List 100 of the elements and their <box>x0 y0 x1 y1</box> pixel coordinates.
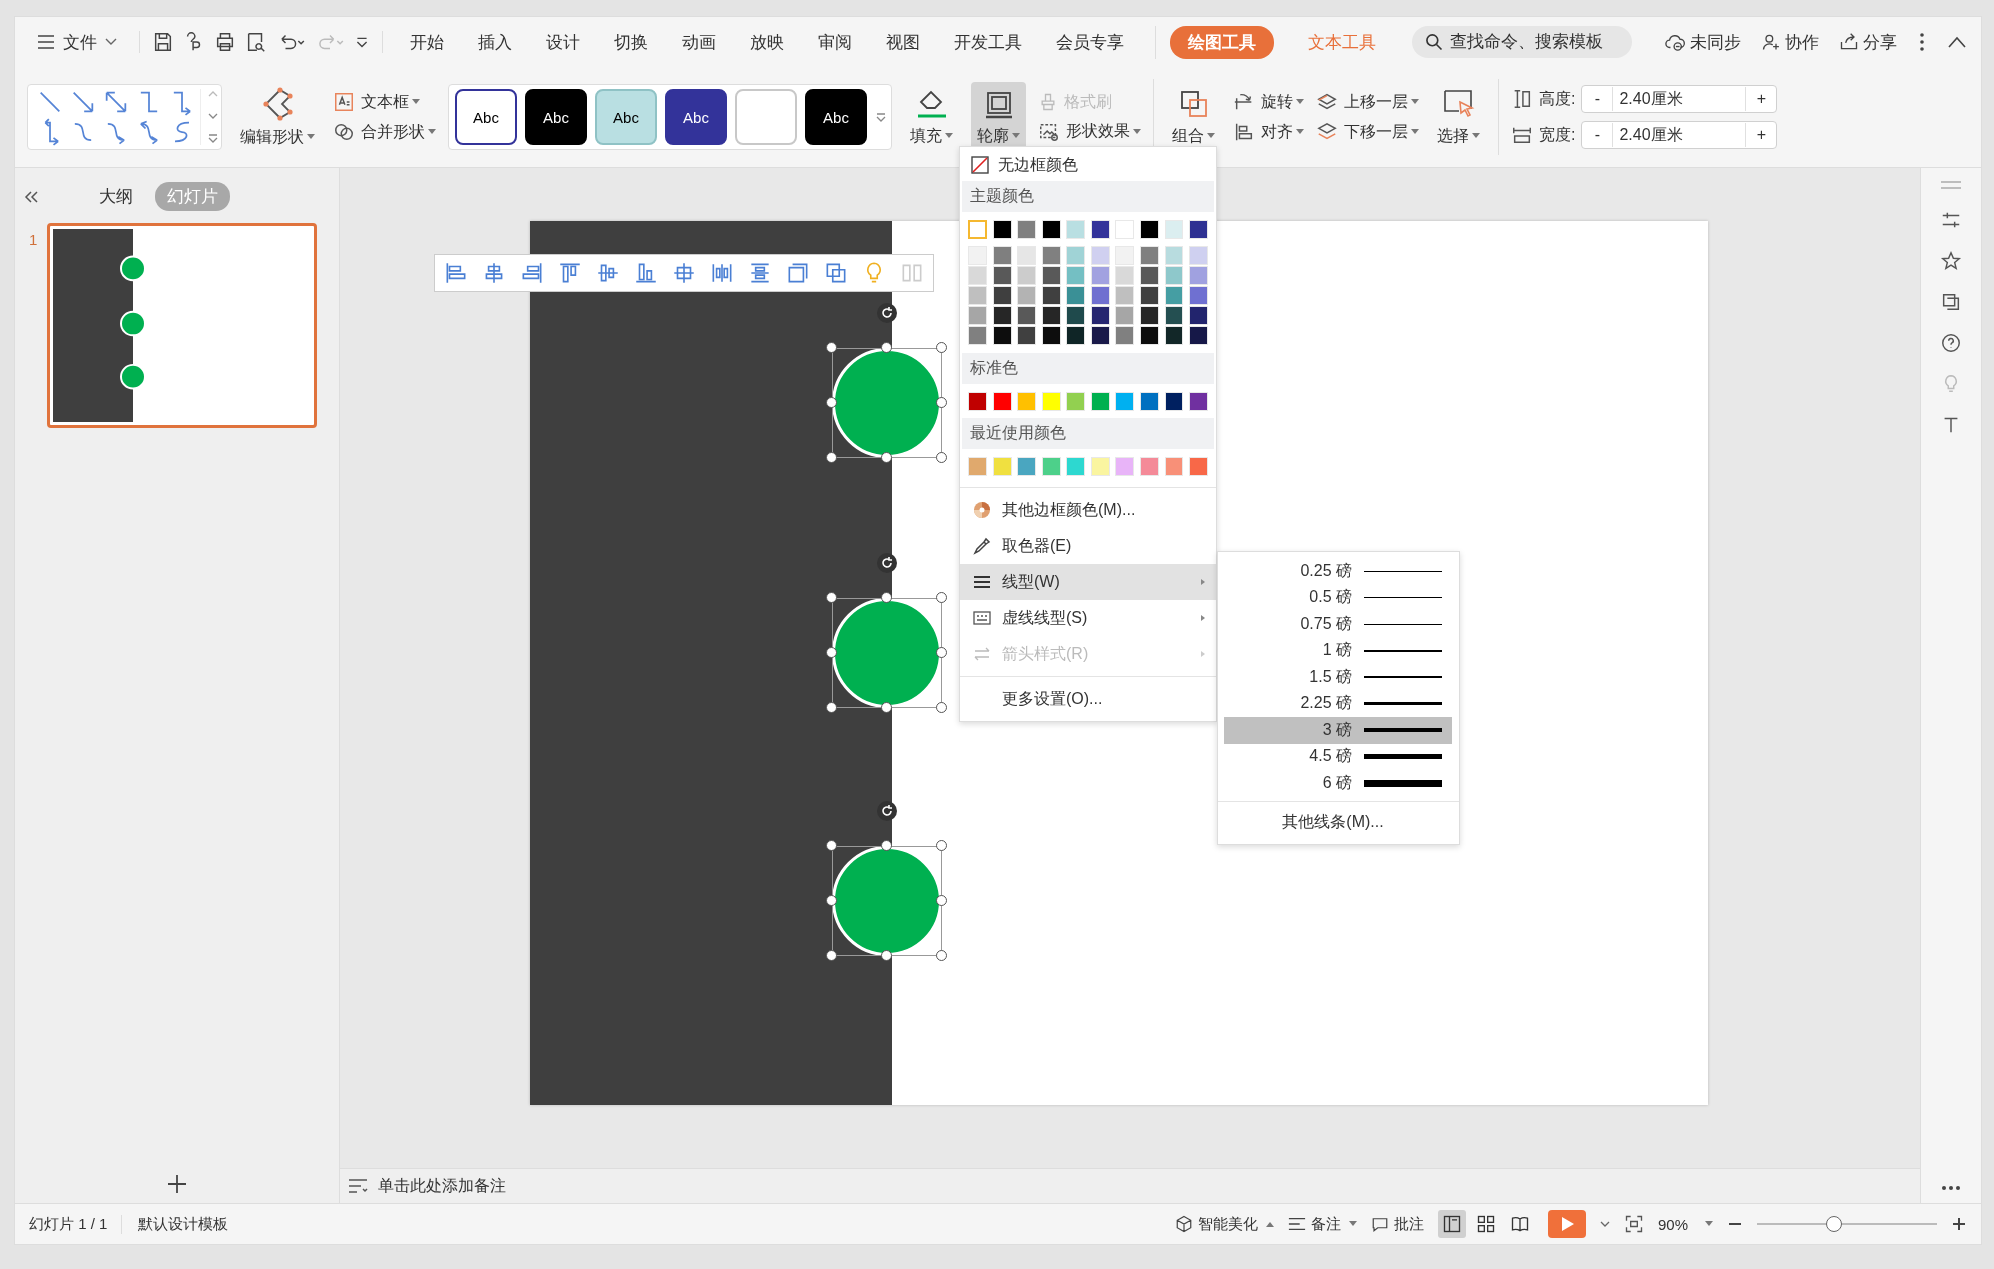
comments-button[interactable]: 批注 <box>1370 1214 1424 1234</box>
view-button[interactable] <box>1437 1210 1466 1238</box>
menu-tab[interactable]: 视图 <box>869 24 937 60</box>
menu-item[interactable]: 其他线条(M)... <box>1224 805 1452 840</box>
menu-tab[interactable]: 插入 <box>461 24 529 60</box>
resize-handle[interactable] <box>826 895 837 906</box>
resize-handle[interactable] <box>881 950 892 961</box>
rotate-handle[interactable] <box>877 801 897 821</box>
rotate-handle[interactable] <box>877 553 897 573</box>
toolbar-action[interactable]: 未同步 <box>1664 30 1741 54</box>
select-button[interactable]: 选择 <box>1431 81 1486 153</box>
shape-style[interactable]: Abc <box>525 89 587 145</box>
menu-tab[interactable]: 动画 <box>665 24 733 60</box>
expand-icon[interactable] <box>207 133 219 145</box>
shape-style[interactable]: Abc <box>665 89 727 145</box>
resize-handle[interactable] <box>936 950 947 961</box>
resize-handle[interactable] <box>936 452 947 463</box>
notes-field[interactable]: 单击此处添加备注 <box>376 1176 780 1196</box>
resize-handle[interactable] <box>936 702 947 713</box>
help-icon[interactable] <box>1940 332 1962 354</box>
line-weight-option[interactable]: 0.75 磅 <box>1224 611 1452 638</box>
line-weight-option[interactable]: 4.5 磅 <box>1224 743 1452 770</box>
menu-item[interactable]: 其他边框颜色(M)... <box>960 492 1216 528</box>
toolbar-action[interactable]: 协作 <box>1761 30 1819 54</box>
resize-handle[interactable] <box>881 452 892 463</box>
resize-handle[interactable] <box>826 702 837 713</box>
beautify-button[interactable]: 智能美化 <box>1174 1214 1274 1234</box>
bring-forward-button[interactable]: 上移一层 <box>1316 91 1419 113</box>
shape-style[interactable]: Abc <box>455 89 517 145</box>
resize-handle[interactable] <box>936 342 947 353</box>
resize-handle[interactable] <box>936 895 947 906</box>
menu-tab[interactable]: 放映 <box>733 24 801 60</box>
print-icon[interactable] <box>214 31 236 53</box>
resize-handle[interactable] <box>881 342 892 353</box>
copy-icon[interactable] <box>1940 291 1962 313</box>
menu-item[interactable]: 虚线线型(S) <box>960 600 1216 636</box>
resize-handle[interactable] <box>936 840 947 851</box>
resize-handle[interactable] <box>826 840 837 851</box>
collapse-ribbon-icon[interactable] <box>1947 35 1967 49</box>
more-icon[interactable] <box>1941 1185 1961 1191</box>
align-button[interactable]: 对齐 <box>1233 121 1304 143</box>
search-field[interactable]: 查找命令、搜索模板 <box>1412 26 1632 58</box>
fit-window-icon[interactable] <box>1623 1214 1644 1234</box>
line-weight-option[interactable]: 0.25 磅 <box>1224 558 1452 585</box>
play-button[interactable] <box>1547 1210 1586 1238</box>
send-backward-button[interactable]: 下移一层 <box>1316 121 1419 143</box>
menu-tab[interactable]: 设计 <box>529 24 597 60</box>
zoom-in-icon[interactable] <box>1951 1216 1967 1232</box>
decrement-button[interactable]: - <box>1582 126 1613 144</box>
increment-button[interactable]: + <box>1746 90 1777 108</box>
caret-icon[interactable] <box>1599 1220 1610 1228</box>
menu-tab[interactable]: 开发工具 <box>937 24 1039 60</box>
center-icon[interactable] <box>671 260 697 286</box>
resize-handle[interactable] <box>826 647 837 658</box>
menu-tab[interactable]: 切换 <box>597 24 665 60</box>
menu-tab[interactable]: 会员专享 <box>1039 24 1141 60</box>
add-slide-icon[interactable] <box>166 1173 188 1195</box>
resize-handle[interactable] <box>936 647 947 658</box>
file-menu[interactable]: 文件 <box>29 26 125 58</box>
save-icon[interactable] <box>152 31 174 53</box>
line-weight-option[interactable]: 2.25 磅 <box>1224 690 1452 717</box>
zoom-slider-thumb[interactable] <box>1826 1216 1843 1232</box>
increment-button[interactable]: + <box>1746 126 1777 144</box>
resize-handle[interactable] <box>826 397 837 408</box>
size-field[interactable]: - 2.40厘米 + <box>1581 121 1778 149</box>
notes-button[interactable]: 备注 <box>1287 1214 1357 1234</box>
resize-handle[interactable] <box>881 840 892 851</box>
fill-button[interactable]: 填充 <box>904 81 959 153</box>
resize-handle[interactable] <box>936 592 947 603</box>
more-icon[interactable] <box>1917 31 1927 53</box>
menu-tab[interactable]: 开始 <box>393 24 461 60</box>
resize-handle[interactable] <box>826 342 837 353</box>
scroll-down-icon[interactable] <box>207 111 219 121</box>
zoom-level[interactable]: 90% <box>1657 1215 1688 1233</box>
text-box-button[interactable]: 文本框 <box>333 91 436 113</box>
expand-icon[interactable] <box>875 110 887 124</box>
collapse-panel-icon[interactable] <box>23 189 39 204</box>
resize-handle[interactable] <box>826 592 837 603</box>
panel-tab[interactable]: 大纲 <box>87 182 145 211</box>
line-weight-option[interactable]: 3 磅 <box>1224 717 1452 744</box>
shape-effect-button[interactable]: 形状效果 <box>1038 120 1141 143</box>
toolbar-action[interactable]: 分享 <box>1839 30 1897 54</box>
resize-handle[interactable] <box>826 452 837 463</box>
rotate-button[interactable]: 旋转 <box>1233 91 1304 113</box>
resize-handle[interactable] <box>936 397 947 408</box>
shape-style[interactable]: Abc <box>805 89 867 145</box>
merge-shape-button[interactable]: 合并形状 <box>333 121 436 143</box>
line-weight-option[interactable]: 6 磅 <box>1224 770 1452 797</box>
color-swatch[interactable] <box>968 220 987 239</box>
print-preview-icon[interactable] <box>245 31 267 53</box>
slide-thumbnail[interactable] <box>47 223 317 428</box>
star-icon[interactable] <box>1940 250 1962 272</box>
line-weight-option[interactable]: 1 磅 <box>1224 637 1452 664</box>
resize-handle[interactable] <box>881 592 892 603</box>
menu-tab[interactable]: 审阅 <box>801 24 869 60</box>
rotate-handle[interactable] <box>877 303 897 323</box>
line-weight-option[interactable]: 0.5 磅 <box>1224 584 1452 611</box>
edit-shape-button[interactable]: 编辑形状 <box>234 82 321 152</box>
resize-handle[interactable] <box>881 702 892 713</box>
decrement-button[interactable]: - <box>1582 90 1613 108</box>
